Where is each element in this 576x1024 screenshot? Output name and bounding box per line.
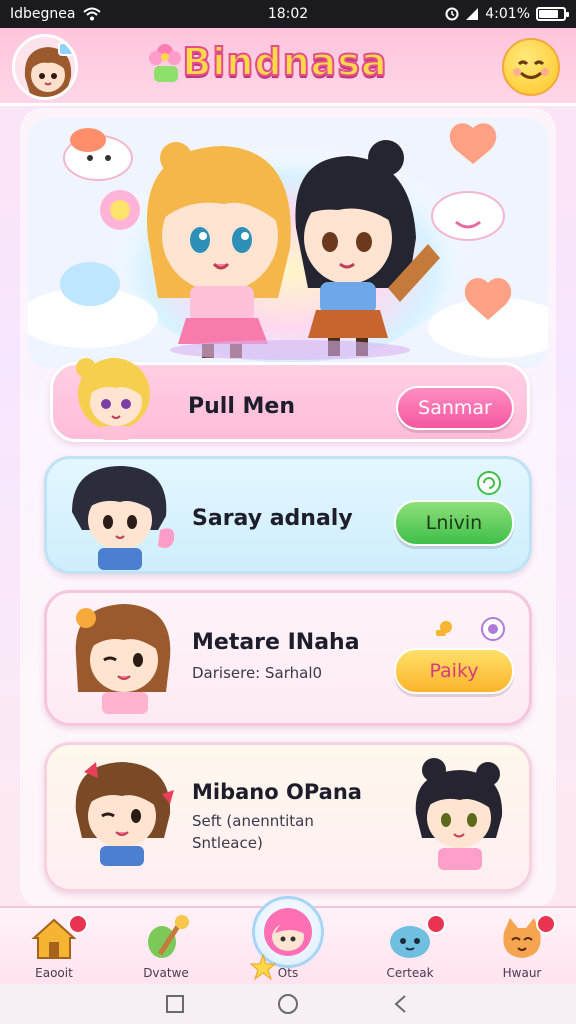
alarm-icon (445, 7, 459, 21)
small-key-icon (436, 621, 452, 636)
notification-badge-pets (426, 914, 446, 934)
friend-name-2: Saray adnaly (192, 506, 353, 531)
star-icon (250, 954, 276, 980)
signal-icon (466, 8, 479, 20)
notification-badge-cat (536, 914, 556, 934)
nav-label-wand: Dvatwe (143, 966, 189, 980)
paw-badge-icon (481, 617, 505, 641)
friend-name-3: Metare INaha (192, 630, 360, 655)
blonde-boy-avatar (76, 358, 150, 440)
hero-illustration (28, 118, 548, 368)
flower-deco-icon (100, 190, 140, 230)
friend-status-4-line1: Seft (anenntitan (192, 812, 314, 830)
clock: 18:02 (267, 6, 309, 22)
friend-name-4: Mibano OPana (192, 780, 362, 804)
status-bar: Idbegnea 18:02 4:01% (0, 0, 576, 28)
refresh-badge-icon (477, 471, 501, 495)
notification-badge (68, 914, 88, 934)
nav-item-home[interactable]: Eaooit (6, 908, 102, 986)
friend-name-1: Pull Men (188, 394, 296, 419)
nav-label-cat: Hwaur (502, 966, 542, 980)
friend-action-button-1[interactable]: Sanmar (396, 386, 514, 430)
battery-percent: 4:01% (485, 6, 530, 22)
friend-status-3: Darisere: Sarhal0 (192, 664, 323, 682)
dark-hair-boy-avatar (72, 466, 175, 570)
blue-cloud-icon (60, 262, 120, 306)
smiley-icon (513, 60, 549, 79)
nav-item-pets[interactable]: Certeak (362, 908, 458, 986)
bun-hair-girl-avatar (415, 758, 503, 870)
back-icon[interactable] (391, 994, 411, 1014)
system-navigation-bar (0, 984, 576, 1024)
profile-avatar[interactable] (12, 34, 78, 100)
recents-icon[interactable] (165, 994, 185, 1014)
girl-avatar-icon (15, 37, 75, 97)
winking-girl-avatar (75, 762, 174, 866)
app-header: Bindnasa (0, 28, 576, 106)
carrier-label: Idbegnea (10, 6, 76, 22)
nav-item-wand[interactable]: Dvatwe (118, 908, 214, 986)
friend-status-4-line2: Sntleace) (192, 834, 263, 852)
wifi-icon (83, 7, 102, 21)
friend-action-button-3[interactable]: Paiky (394, 648, 514, 694)
smiley-button[interactable] (502, 38, 560, 96)
nav-item-cat[interactable]: Hwaur (474, 908, 570, 986)
brown-hair-girl-avatar (75, 604, 171, 714)
app-title: Bindnasa (181, 39, 388, 85)
magic-wand-icon (148, 915, 189, 958)
battery-icon (536, 7, 569, 21)
friend-action-button-2[interactable]: Lnivin (394, 500, 514, 546)
nav-label-pets: Certeak (386, 966, 434, 980)
home-circle-icon[interactable] (277, 993, 299, 1015)
cloud-smile-icon (431, 191, 505, 241)
nav-label-home: Eaooit (35, 966, 73, 980)
